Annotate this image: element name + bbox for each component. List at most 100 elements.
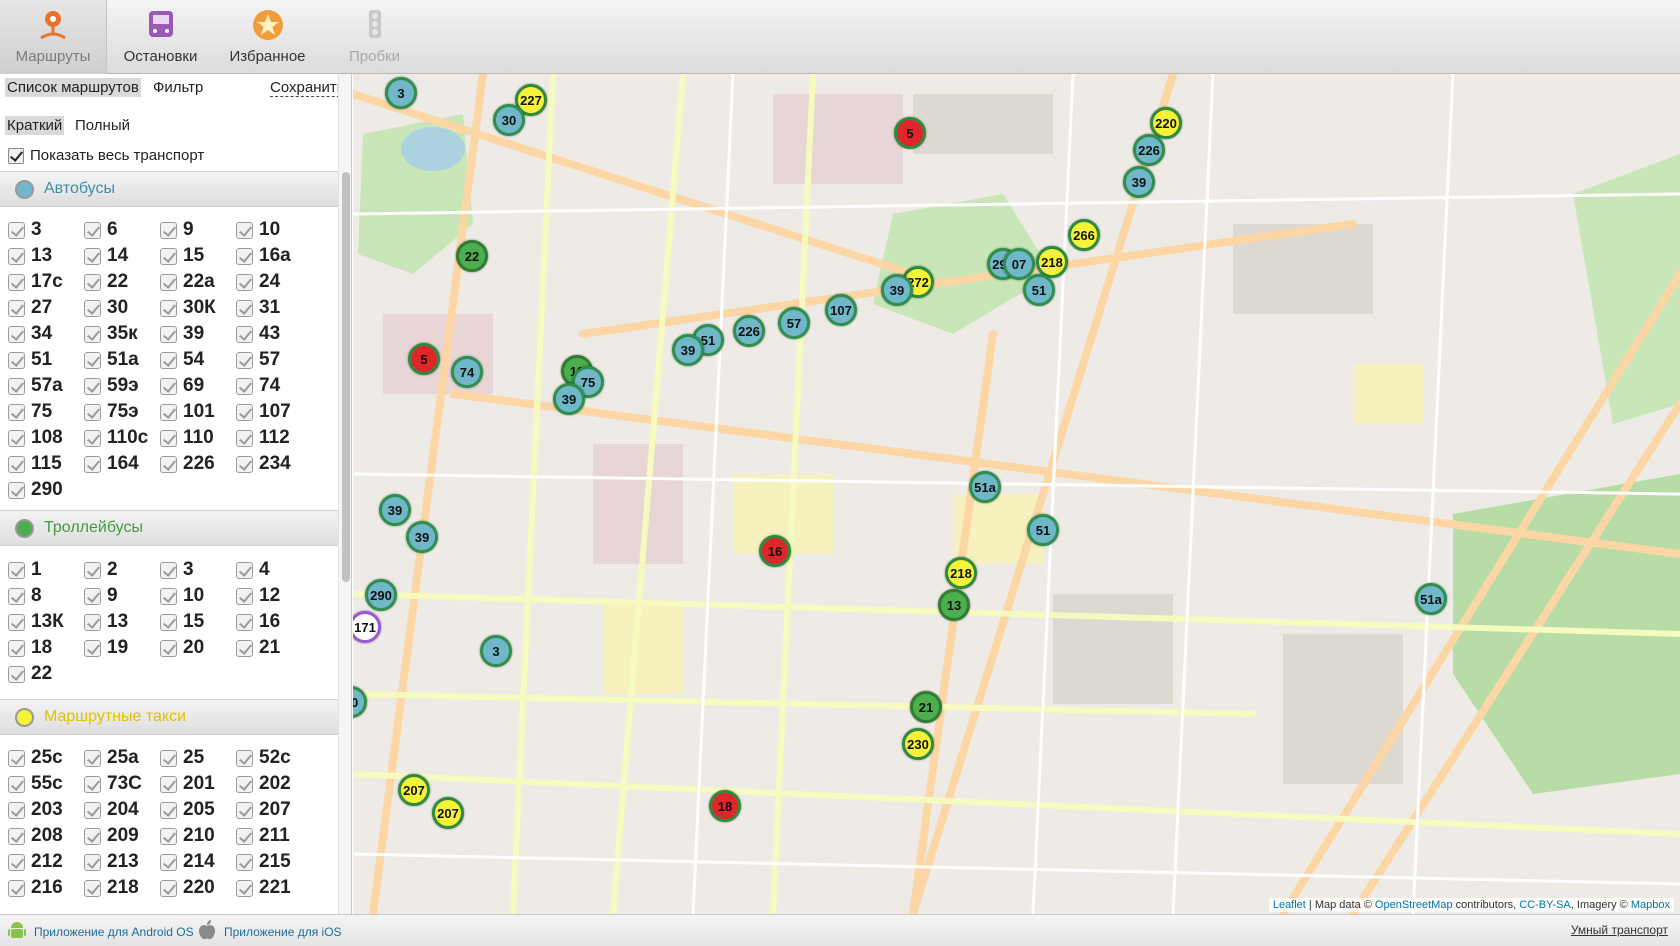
tab-route-list[interactable]: Список маршрутов [5,78,141,97]
route-checkbox[interactable]: 24 [236,271,312,293]
vehicle-marker[interactable]: 51а [969,471,1001,503]
route-checkbox[interactable]: 1 [8,559,84,581]
tab-routes[interactable]: Маршруты [0,0,107,74]
route-checkbox[interactable]: 75э [84,401,160,423]
vehicle-marker[interactable]: 5 [894,117,926,149]
vehicle-marker[interactable]: 51 [1023,274,1055,306]
route-checkbox[interactable]: 16а [236,245,312,267]
route-checkbox[interactable]: 216 [8,877,84,899]
route-checkbox[interactable]: 290 [8,479,84,501]
route-checkbox[interactable]: 13 [8,245,84,267]
vehicle-marker[interactable]: 230 [902,728,934,760]
route-checkbox[interactable]: 39 [160,323,236,345]
vehicle-marker[interactable]: 18 [709,790,741,822]
route-checkbox[interactable]: 9 [84,585,160,607]
route-checkbox[interactable]: 202 [236,773,312,795]
vehicle-marker[interactable]: 74 [451,356,483,388]
route-checkbox[interactable]: 21 [236,637,312,659]
route-checkbox[interactable]: 30К [160,297,236,319]
route-checkbox[interactable]: 204 [84,799,160,821]
route-checkbox[interactable]: 57а [8,375,84,397]
tab-stops[interactable]: Остановки [107,0,214,74]
route-checkbox[interactable]: 25 [160,747,236,769]
route-checkbox[interactable]: 3 [8,219,84,241]
route-checkbox[interactable]: 13К [8,611,84,633]
route-checkbox[interactable]: 201 [160,773,236,795]
route-checkbox[interactable]: 215 [236,851,312,873]
city-map[interactable]: 3227305220226392226629007218512723910757… [353,74,1680,914]
route-checkbox[interactable]: 59э [84,375,160,397]
route-checkbox[interactable]: 52с [236,747,312,769]
route-checkbox[interactable]: 16 [236,611,312,633]
route-checkbox[interactable]: 234 [236,453,312,475]
route-checkbox[interactable]: 15 [160,611,236,633]
vehicle-marker[interactable]: 107 [825,294,857,326]
route-checkbox[interactable]: 110 [160,427,236,449]
vehicle-marker[interactable]: 39 [881,274,913,306]
route-checkbox[interactable]: 13 [84,611,160,633]
route-checkbox[interactable]: 10 [236,219,312,241]
route-checkbox[interactable]: 8 [8,585,84,607]
route-checkbox[interactable]: 207 [236,799,312,821]
vehicle-marker[interactable]: 39 [553,383,585,415]
route-checkbox[interactable]: 31 [236,297,312,319]
view-short-button[interactable]: Краткий [5,116,65,135]
route-checkbox[interactable]: 73С [84,773,160,795]
vehicle-marker[interactable]: 290 [365,579,397,611]
vehicle-marker[interactable]: 51а [1415,583,1447,615]
route-checkbox[interactable]: 27 [8,297,84,319]
vehicle-marker[interactable]: 5 [408,343,440,375]
route-checkbox[interactable]: 12 [236,585,312,607]
vehicle-marker[interactable]: 39 [672,334,704,366]
route-checkbox[interactable]: 220 [160,877,236,899]
route-checkbox[interactable]: 212 [8,851,84,873]
route-checkbox[interactable]: 22а [160,271,236,293]
route-checkbox[interactable]: 19 [84,637,160,659]
route-checkbox[interactable]: 203 [8,799,84,821]
route-checkbox[interactable]: 54 [160,349,236,371]
vehicle-marker[interactable]: 3 [480,635,512,667]
group-header-buses[interactable]: Автобусы [0,171,338,207]
vehicle-marker[interactable]: 226 [1133,134,1165,166]
vehicle-marker[interactable]: 39 [379,494,411,526]
license-link[interactable]: CC-BY-SA [1519,899,1571,911]
route-checkbox[interactable]: 205 [160,799,236,821]
route-checkbox[interactable]: 2 [84,559,160,581]
route-checkbox[interactable]: 6 [84,219,160,241]
sidebar-scroll-thumb[interactable] [342,172,350,582]
vehicle-marker[interactable]: 30 [493,104,525,136]
vehicle-marker[interactable]: 3 [385,77,417,109]
brand-link[interactable]: Умный транспорт [1571,923,1668,937]
route-checkbox[interactable]: 35к [84,323,160,345]
route-checkbox[interactable]: 208 [8,825,84,847]
route-checkbox[interactable]: 22 [8,663,84,685]
route-checkbox[interactable]: 226 [160,453,236,475]
vehicle-marker[interactable]: 266 [1068,219,1100,251]
group-header-taxis[interactable]: Маршрутные такси [0,699,338,735]
view-full-button[interactable]: Полный [75,117,130,134]
vehicle-marker[interactable]: 21 [910,691,942,723]
route-checkbox[interactable]: 115 [8,453,84,475]
save-link[interactable]: Сохранить [270,79,345,97]
route-checkbox[interactable]: 22 [84,271,160,293]
route-checkbox[interactable]: 20 [160,637,236,659]
route-checkbox[interactable]: 34 [8,323,84,345]
tab-favorites[interactable]: Избранное [214,0,321,74]
route-checkbox[interactable]: 75 [8,401,84,423]
vehicle-marker[interactable]: 218 [945,557,977,589]
tab-filter[interactable]: Фильтр [153,79,203,96]
tab-traffic[interactable]: Пробки [321,0,428,74]
route-checkbox[interactable]: 25с [8,747,84,769]
route-checkbox[interactable]: 108 [8,427,84,449]
route-checkbox[interactable]: 211 [236,825,312,847]
route-checkbox[interactable]: 25а [84,747,160,769]
vehicle-marker[interactable]: 57 [778,307,810,339]
route-checkbox[interactable]: 17с [8,271,84,293]
route-checkbox[interactable]: 107 [236,401,312,423]
route-checkbox[interactable]: 218 [84,877,160,899]
vehicle-marker[interactable]: 226 [733,315,765,347]
vehicle-marker[interactable]: 39 [406,521,438,553]
route-checkbox[interactable]: 10 [160,585,236,607]
route-checkbox[interactable]: 101 [160,401,236,423]
openstreetmap-link[interactable]: OpenStreetMap [1375,899,1453,911]
